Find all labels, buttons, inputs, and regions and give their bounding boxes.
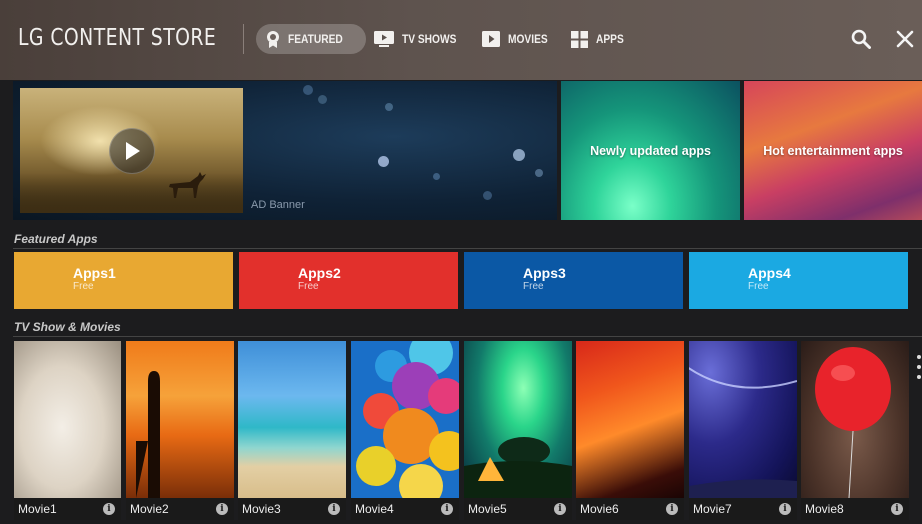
movie-card-1[interactable]: Movie1 i	[14, 341, 121, 520]
movie-poster	[238, 341, 346, 498]
section-title-featured-apps: Featured Apps	[14, 232, 98, 246]
bokeh-light	[433, 173, 440, 180]
app-name: Apps1	[73, 265, 116, 281]
movie-card-4[interactable]: Movie4 i	[351, 341, 459, 520]
app-name: Apps2	[298, 265, 341, 281]
movie-title: Movie8	[805, 502, 844, 516]
app-name: Apps4	[748, 265, 791, 281]
ad-banner-label: AD Banner	[251, 199, 305, 211]
app-price: Free	[748, 281, 769, 292]
movie-poster	[351, 341, 459, 498]
movie-title: Movie6	[580, 502, 619, 516]
newly-updated-apps-tile[interactable]: Newly updated apps	[561, 81, 740, 220]
featured-badge-icon	[266, 30, 280, 48]
movie-card-5[interactable]: Movie5 i	[464, 341, 572, 520]
app-tile-4[interactable]: Apps4 Free	[689, 252, 908, 309]
tab-apps-label: APPS	[596, 32, 624, 46]
info-icon[interactable]: i	[103, 503, 115, 515]
movie-card-2[interactable]: Movie2 i	[126, 341, 234, 520]
app-title: LG CONTENT STORE	[18, 25, 217, 51]
app-price: Free	[73, 281, 94, 292]
info-icon[interactable]: i	[666, 503, 678, 515]
close-icon	[896, 30, 914, 48]
deer-silhouette	[169, 172, 206, 198]
movie-title: Movie2	[130, 502, 169, 516]
app-price: Free	[298, 281, 319, 292]
tab-movies[interactable]: MOVIES	[482, 24, 555, 54]
section-title-tv-shows-movies: TV Show & Movies	[14, 320, 121, 334]
movie-card-6[interactable]: Movie6 i	[576, 341, 684, 520]
promo-label: Hot entertainment apps	[763, 143, 903, 158]
tab-featured[interactable]: FEATURED	[256, 24, 367, 54]
scroll-more-indicator[interactable]	[917, 355, 922, 385]
tab-apps[interactable]: APPS	[571, 24, 629, 54]
apps-grid-icon	[571, 30, 588, 48]
section-divider	[13, 336, 922, 337]
tab-tv-shows[interactable]: TV SHOWS	[374, 24, 466, 54]
movie-poster	[801, 341, 909, 498]
movie-poster	[126, 341, 234, 498]
movie-title: Movie4	[355, 502, 394, 516]
movie-poster	[689, 341, 797, 498]
movie-card-8[interactable]: Movie8 i	[801, 341, 909, 520]
bokeh-light	[378, 156, 389, 167]
movie-poster	[14, 341, 121, 498]
movie-title: Movie1	[18, 502, 57, 516]
search-icon	[851, 29, 871, 49]
movie-card-3[interactable]: Movie3 i	[238, 341, 346, 520]
info-icon[interactable]: i	[779, 503, 791, 515]
play-icon	[126, 142, 140, 160]
bokeh-light	[483, 191, 492, 200]
app-tile-3[interactable]: Apps3 Free	[464, 252, 683, 309]
header-divider	[243, 24, 244, 54]
app-tile-2[interactable]: Apps2 Free	[239, 252, 458, 309]
movie-title: Movie7	[693, 502, 732, 516]
tab-featured-label: FEATURED	[288, 32, 343, 46]
movie-card-7[interactable]: Movie7 i	[689, 341, 797, 520]
movie-title: Movie3	[242, 502, 281, 516]
app-price: Free	[523, 281, 544, 292]
promo-label: Newly updated apps	[590, 143, 711, 158]
movie-poster	[576, 341, 684, 498]
info-icon[interactable]: i	[441, 503, 453, 515]
info-icon[interactable]: i	[554, 503, 566, 515]
tab-movies-label: MOVIES	[508, 32, 548, 46]
film-play-icon	[482, 31, 500, 47]
bokeh-light	[513, 149, 525, 161]
bokeh-light	[303, 85, 313, 95]
featured-video-thumbnail[interactable]	[20, 88, 243, 213]
app-tile-1[interactable]: Apps1 Free	[14, 252, 233, 309]
hot-entertainment-apps-tile[interactable]: Hot entertainment apps	[744, 81, 922, 220]
info-icon[interactable]: i	[891, 503, 903, 515]
top-bar: LG CONTENT STORE FEATURED TV SHOWS MOVIE…	[0, 0, 922, 80]
section-divider	[13, 248, 922, 249]
ad-banner[interactable]: AD Banner	[13, 81, 557, 220]
tv-play-icon	[374, 31, 394, 47]
movie-poster	[464, 341, 572, 498]
play-button[interactable]	[109, 128, 155, 174]
search-button[interactable]	[848, 26, 874, 52]
movie-title: Movie5	[468, 502, 507, 516]
info-icon[interactable]: i	[328, 503, 340, 515]
bokeh-light	[535, 169, 543, 177]
bokeh-light	[318, 95, 327, 104]
app-name: Apps3	[523, 265, 566, 281]
tab-tv-shows-label: TV SHOWS	[402, 32, 457, 46]
info-icon[interactable]: i	[216, 503, 228, 515]
bokeh-light	[385, 103, 393, 111]
close-button[interactable]	[892, 26, 918, 52]
